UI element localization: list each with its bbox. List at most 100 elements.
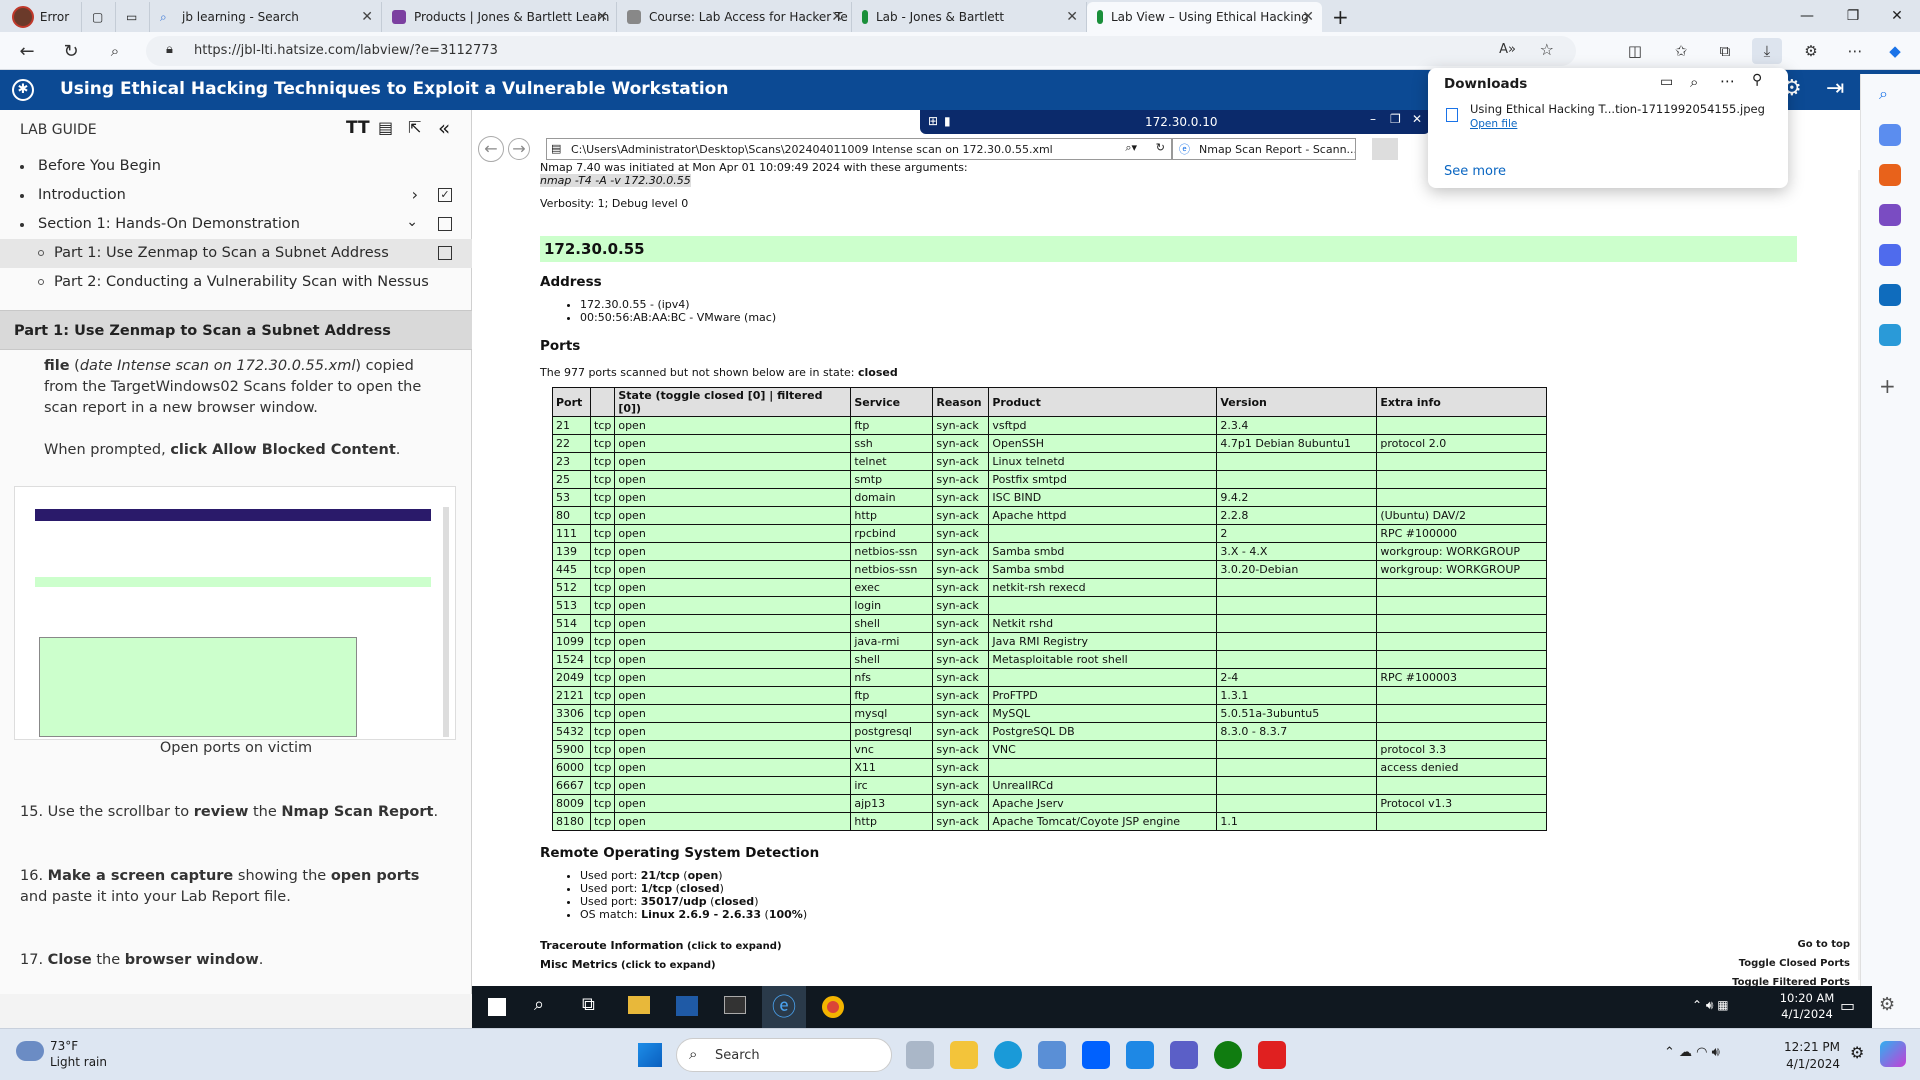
screenshot-thumbnail[interactable] [14, 486, 456, 740]
store-icon[interactable] [1038, 1041, 1066, 1069]
accessibility-icon[interactable]: ✱ [12, 79, 34, 101]
tab-lab-view[interactable]: Lab View – Using Ethical Hacking ✕ [1087, 2, 1322, 32]
ie-tab[interactable]: ⓔ Nmap Scan Report - Scann... [1172, 138, 1356, 160]
favorite-star-icon[interactable]: ☆ [1540, 40, 1554, 59]
profile-button[interactable]: Error [0, 2, 82, 32]
workspaces-icon[interactable]: ▢ [82, 2, 116, 32]
chevron-down-icon[interactable]: ⌄ [406, 214, 418, 230]
clock[interactable]: 12:21 PM 4/1/2024 [1770, 1039, 1840, 1073]
checkbox[interactable] [438, 246, 452, 260]
checkbox[interactable] [438, 217, 452, 231]
shopping-icon[interactable] [1879, 164, 1901, 186]
search-icon[interactable]: ⌕ [1879, 84, 1901, 106]
collections-icon[interactable]: ⧉ [1710, 38, 1740, 64]
close-window-icon[interactable]: ✕ [1874, 0, 1920, 32]
guide-item-before-you-begin[interactable]: Before You Begin [0, 152, 472, 181]
open-file-link[interactable]: Open file [1470, 118, 1517, 130]
ie-forward-icon[interactable]: → [508, 138, 530, 160]
add-icon[interactable]: + [1879, 374, 1901, 398]
vm-restore-icon[interactable]: ❐ [1390, 112, 1401, 126]
ie-search-icon[interactable]: ⌕▾ [1125, 141, 1137, 155]
edge-icon[interactable] [994, 1041, 1022, 1069]
notification-icon[interactable]: ▭ [1840, 996, 1855, 1015]
drop-icon[interactable] [1879, 324, 1901, 346]
settings-gear-icon[interactable]: ⚙ [1879, 994, 1901, 1016]
text-size-icon[interactable]: TT [346, 118, 370, 138]
app-icon[interactable] [1126, 1041, 1154, 1069]
xbox-icon[interactable] [1214, 1041, 1242, 1069]
guide-item-introduction[interactable]: Introduction › ✓ [0, 181, 472, 210]
misc-metrics-link[interactable]: Misc Metrics (click to expand) [540, 958, 1800, 971]
checkbox-checked[interactable]: ✓ [438, 188, 452, 202]
chrome-icon[interactable] [822, 996, 844, 1018]
teams-icon[interactable] [1170, 1041, 1198, 1069]
split-screen-icon[interactable]: ◫ [1620, 38, 1650, 64]
back-icon[interactable]: ← [12, 38, 42, 64]
popout-icon[interactable]: ⇱ [408, 118, 421, 137]
tray-icons[interactable]: ⌃ 🔊︎ ▦ [1692, 998, 1729, 1013]
pin-icon[interactable]: ⚲ [1752, 72, 1762, 88]
windows-start-icon[interactable] [488, 998, 506, 1016]
tab-jb-search[interactable]: ⌕ jb learning - Search ✕ [150, 2, 382, 32]
notification-bell-icon[interactable]: ⚙ [1850, 1043, 1864, 1062]
restore-icon[interactable]: ❐ [1830, 0, 1876, 32]
ie-back-icon[interactable]: ← [478, 136, 504, 162]
close-icon[interactable]: ✕ [361, 9, 373, 25]
new-tab-button[interactable]: + [1322, 2, 1356, 32]
powershell-icon[interactable] [676, 996, 698, 1016]
tray-icons[interactable]: ⌃ ☁ ◠ 🔊︎ [1664, 1045, 1720, 1060]
pin-icon[interactable]: ⊞ [928, 114, 938, 128]
guide-item-part2[interactable]: Part 2: Conducting a Vulnerability Scan … [0, 268, 472, 297]
office-icon[interactable] [1879, 244, 1901, 266]
copilot-icon[interactable]: ◆ [1880, 38, 1910, 64]
close-icon[interactable]: ✕ [1066, 9, 1078, 25]
search-icon[interactable]: ⌕ [100, 38, 130, 64]
task-view-icon[interactable] [906, 1041, 934, 1069]
tab-lab[interactable]: Lab - Jones & Bartlett ✕ [852, 2, 1087, 32]
search-icon[interactable]: ⌕ [534, 994, 544, 1015]
exit-icon[interactable]: ⇥ [1826, 76, 1844, 101]
tab-course[interactable]: Course: Lab Access for Hacker Te ✕ [617, 2, 852, 32]
read-aloud-icon[interactable]: A» [1499, 42, 1516, 57]
downloads-icon[interactable]: ⤓ [1752, 38, 1782, 64]
app-red-icon[interactable] [1258, 1041, 1286, 1069]
close-icon[interactable]: ✕ [1302, 9, 1314, 25]
ie-refresh-icon[interactable]: ↻ [1155, 141, 1165, 154]
outlook-icon[interactable] [1879, 284, 1901, 306]
more-icon[interactable]: ⋯ [1720, 72, 1735, 90]
vm-minimize-icon[interactable]: – [1370, 112, 1376, 126]
tab-products[interactable]: Products | Jones & Bartlett Learn ✕ [382, 2, 617, 32]
guide-item-part1[interactable]: Part 1: Use Zenmap to Scan a Subnet Addr… [0, 239, 472, 268]
pdf-icon[interactable]: ▤ [378, 118, 393, 137]
search-icon[interactable]: ⌕ [1690, 73, 1698, 91]
ie-taskbar-icon[interactable]: ⓔ [762, 986, 806, 1028]
tab-actions-icon[interactable]: ▭ [116, 2, 150, 32]
copilot-taskbar-icon[interactable] [1880, 1041, 1906, 1067]
ie-new-tab[interactable] [1372, 138, 1398, 160]
ie-address-field[interactable]: ▤ C:\Users\Administrator\Desktop\Scans\2… [546, 138, 1172, 160]
see-more-link[interactable]: See more [1444, 164, 1506, 179]
refresh-icon[interactable]: ↻ [56, 38, 86, 64]
extensions-icon[interactable]: ⚙ [1796, 38, 1826, 64]
close-icon[interactable]: ✕ [596, 9, 608, 25]
taskbar-search[interactable]: ⌕ Search [676, 1038, 892, 1072]
windows-start-icon[interactable] [638, 1043, 662, 1067]
traceroute-link[interactable]: Traceroute Information (click to expand) [540, 939, 1800, 952]
goto-top-link[interactable]: Go to top [1700, 935, 1851, 954]
chevron-right-icon[interactable]: › [412, 185, 418, 204]
weather-widget[interactable]: 73°F Light rain [16, 1037, 166, 1073]
games-icon[interactable] [1879, 204, 1901, 226]
toggle-closed-link[interactable]: Toggle Closed Ports [1700, 954, 1850, 973]
more-icon[interactable]: ⋯ [1840, 38, 1870, 64]
copilot-icon[interactable] [1879, 124, 1901, 146]
folder-icon[interactable]: ▭ [1660, 74, 1673, 90]
collapse-icon[interactable]: « [438, 116, 450, 140]
download-item[interactable]: Using Ethical Hacking T...tion-171199205… [1436, 100, 1780, 136]
file-explorer-icon[interactable] [950, 1041, 978, 1069]
terminal-icon[interactable] [724, 996, 746, 1014]
minimize-icon[interactable]: — [1784, 0, 1830, 32]
close-icon[interactable]: ✕ [831, 9, 843, 25]
dropbox-icon[interactable] [1082, 1041, 1110, 1069]
vm-close-icon[interactable]: ✕ [1412, 112, 1422, 126]
guide-item-section1[interactable]: Section 1: Hands-On Demonstration ⌄ [0, 210, 472, 239]
